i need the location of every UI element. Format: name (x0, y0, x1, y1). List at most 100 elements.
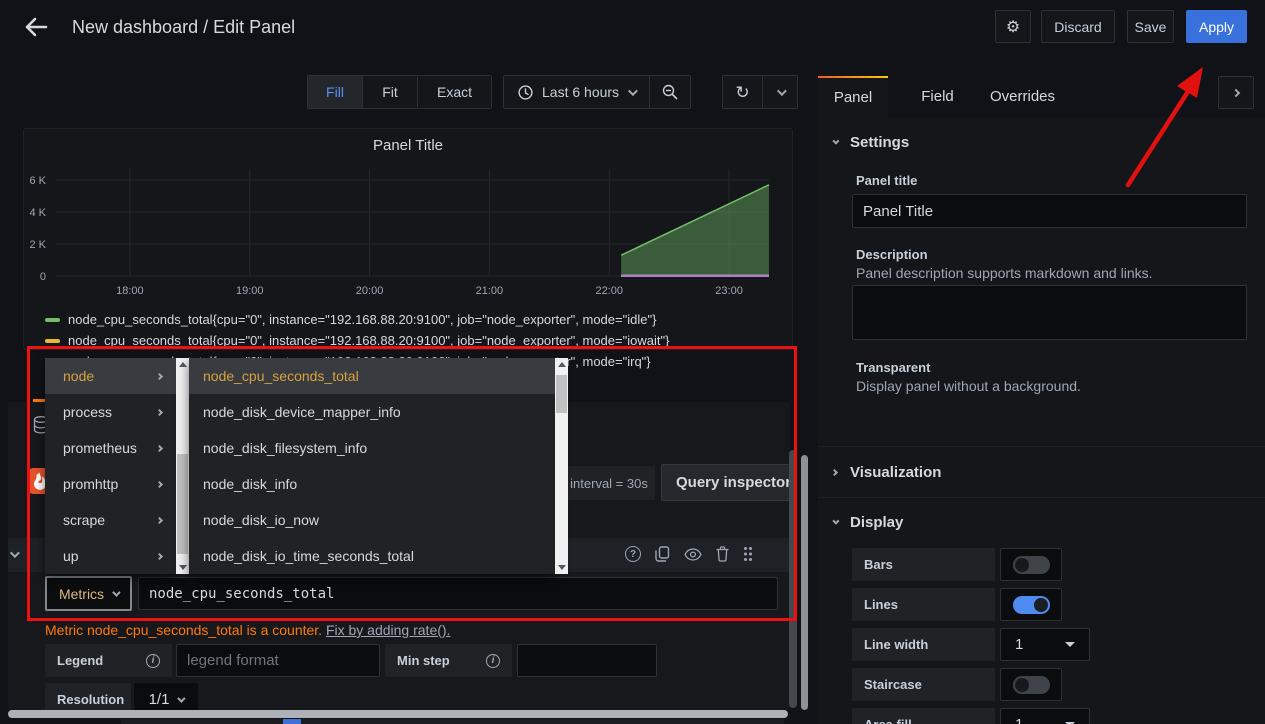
metric-category-menu: node process prometheus promhttp scrape … (45, 358, 176, 574)
metric-menu-item[interactable]: node_disk_io_time_seconds_total (189, 538, 555, 574)
min-step-input[interactable] (517, 644, 657, 677)
metrics-dropdown-button[interactable]: Metrics (45, 576, 132, 611)
svg-text:4 K: 4 K (29, 207, 46, 219)
category-label: up (63, 548, 79, 564)
metric-list-menu: node_cpu_seconds_total node_disk_device_… (189, 358, 555, 574)
zoom-out-button[interactable] (650, 76, 690, 108)
category-scrollbar[interactable] (176, 358, 189, 574)
tab-field[interactable]: Field (900, 76, 975, 117)
legend-label-text: Legend (57, 653, 103, 668)
min-step-label: Min step i (385, 644, 512, 677)
apply-button[interactable]: Apply (1186, 10, 1247, 43)
pane-vertical-scrollbar[interactable] (801, 455, 808, 710)
category-menu-item[interactable]: up (45, 538, 176, 574)
resolution-label-text: Resolution (57, 692, 124, 707)
fit-mode-button[interactable]: Fit (363, 76, 418, 108)
legend-format-label: Legend i (45, 644, 172, 677)
fill-mode-button[interactable]: Fill (308, 76, 363, 108)
metric-menu-item[interactable]: node_cpu_seconds_total (189, 358, 555, 394)
submenu-arrow-icon (156, 516, 163, 523)
refresh-interval-button[interactable] (763, 76, 797, 108)
refresh-button[interactable]: ↻ (723, 76, 763, 108)
line-width-label-text: Line width (864, 637, 928, 652)
chevron-down-icon (776, 86, 786, 96)
interval-label: interval = 30s (570, 476, 648, 491)
horizontal-scrollbar[interactable] (8, 710, 788, 718)
tab-overrides[interactable]: Overrides (975, 76, 1070, 117)
settings-section-header[interactable]: Settings (818, 117, 1265, 151)
category-menu-item[interactable]: process (45, 394, 176, 430)
drag-handle-icon[interactable] (743, 546, 753, 562)
refresh-group: ↻ (722, 75, 798, 109)
metric-list-scrollbar[interactable] (555, 358, 568, 574)
description-textarea[interactable] (852, 285, 1247, 340)
staircase-toggle[interactable] (1013, 676, 1050, 694)
options-tab-bar: Panel Field Overrides (818, 76, 1265, 117)
back-arrow-icon[interactable] (22, 14, 50, 40)
metric-menu-item[interactable]: node_disk_io_now (189, 502, 555, 538)
trash-icon[interactable] (716, 546, 729, 562)
legend-item[interactable]: node_cpu_seconds_total{cpu="0", instance… (45, 330, 795, 351)
bars-toggle[interactable] (1013, 556, 1050, 574)
scroll-up-icon[interactable] (555, 358, 568, 371)
panel-title[interactable]: Panel Title (24, 129, 792, 154)
save-button[interactable]: Save (1127, 10, 1174, 43)
lines-label: Lines (852, 588, 995, 621)
time-picker-group: Last 6 hours (503, 75, 691, 109)
eye-icon[interactable] (684, 548, 702, 561)
scroll-down-icon[interactable] (176, 561, 189, 574)
inner-vertical-scrollbar[interactable] (789, 450, 797, 708)
category-label: promhttp (63, 476, 118, 492)
display-title: Display (850, 514, 903, 531)
line-width-select[interactable]: 1 (1000, 628, 1090, 661)
svg-text:23:00: 23:00 (715, 285, 743, 297)
metric-menu-item[interactable]: node_disk_filesystem_info (189, 430, 555, 466)
lines-label-text: Lines (864, 597, 898, 612)
category-menu-item[interactable]: prometheus (45, 430, 176, 466)
submenu-arrow-icon (156, 480, 163, 487)
lines-toggle[interactable] (1013, 596, 1050, 614)
help-circle-icon[interactable]: ? (625, 546, 641, 562)
collapse-options-button[interactable] (1218, 76, 1254, 109)
chevron-down-icon (832, 517, 839, 524)
discard-button[interactable]: Discard (1041, 10, 1115, 43)
description-hint: Panel description supports markdown and … (856, 265, 1265, 281)
visualization-title: Visualization (850, 464, 941, 481)
scroll-down-icon[interactable] (555, 561, 568, 574)
query-inspector-button[interactable]: Query inspector (661, 464, 791, 501)
display-section-header[interactable]: Display (818, 507, 903, 537)
metric-menu-item[interactable]: node_disk_info (189, 466, 555, 502)
promql-query-text: node_cpu_seconds_total (149, 586, 334, 602)
chevron-down-icon (178, 694, 186, 702)
area-fill-label-text: Area fill (864, 717, 912, 724)
duplicate-icon[interactable] (655, 546, 670, 562)
category-menu-item[interactable]: promhttp (45, 466, 176, 502)
metric-menu-item[interactable]: node_disk_device_mapper_info (189, 394, 555, 430)
panel-title-input[interactable]: Panel Title (852, 194, 1247, 228)
section-divider (818, 446, 1265, 447)
submenu-arrow-icon (156, 552, 163, 559)
legend-item[interactable]: node_cpu_seconds_total{cpu="0", instance… (45, 309, 795, 330)
legend-format-input[interactable]: legend format (176, 644, 380, 677)
scroll-up-icon[interactable] (176, 358, 189, 371)
svg-text:22:00: 22:00 (595, 285, 623, 297)
lines-control (1000, 588, 1062, 621)
refresh-icon: ↻ (735, 84, 749, 101)
tab-panel[interactable]: Panel (818, 76, 888, 117)
zoom-out-icon (662, 84, 678, 100)
caret-down-icon (1065, 642, 1075, 647)
panel-title-label: Panel title (856, 173, 1265, 188)
panel-settings-button[interactable]: ⚙ (995, 10, 1031, 43)
category-menu-item[interactable]: scrape (45, 502, 176, 538)
area-fill-select[interactable]: 1 (1000, 708, 1090, 724)
svg-text:18:00: 18:00 (116, 285, 144, 297)
time-range-button[interactable]: Last 6 hours (504, 76, 650, 108)
visualization-section-header[interactable]: Visualization (818, 457, 941, 487)
min-step-label-text: Min step (397, 653, 450, 668)
exact-mode-button[interactable]: Exact (418, 76, 491, 108)
metric-label: node_disk_io_time_seconds_total (203, 548, 414, 564)
fix-rate-link[interactable]: Fix by adding rate(). (326, 622, 451, 638)
promql-query-input[interactable]: node_cpu_seconds_total (138, 577, 778, 610)
category-menu-item[interactable]: node (45, 358, 176, 394)
bars-label-text: Bars (864, 557, 893, 572)
